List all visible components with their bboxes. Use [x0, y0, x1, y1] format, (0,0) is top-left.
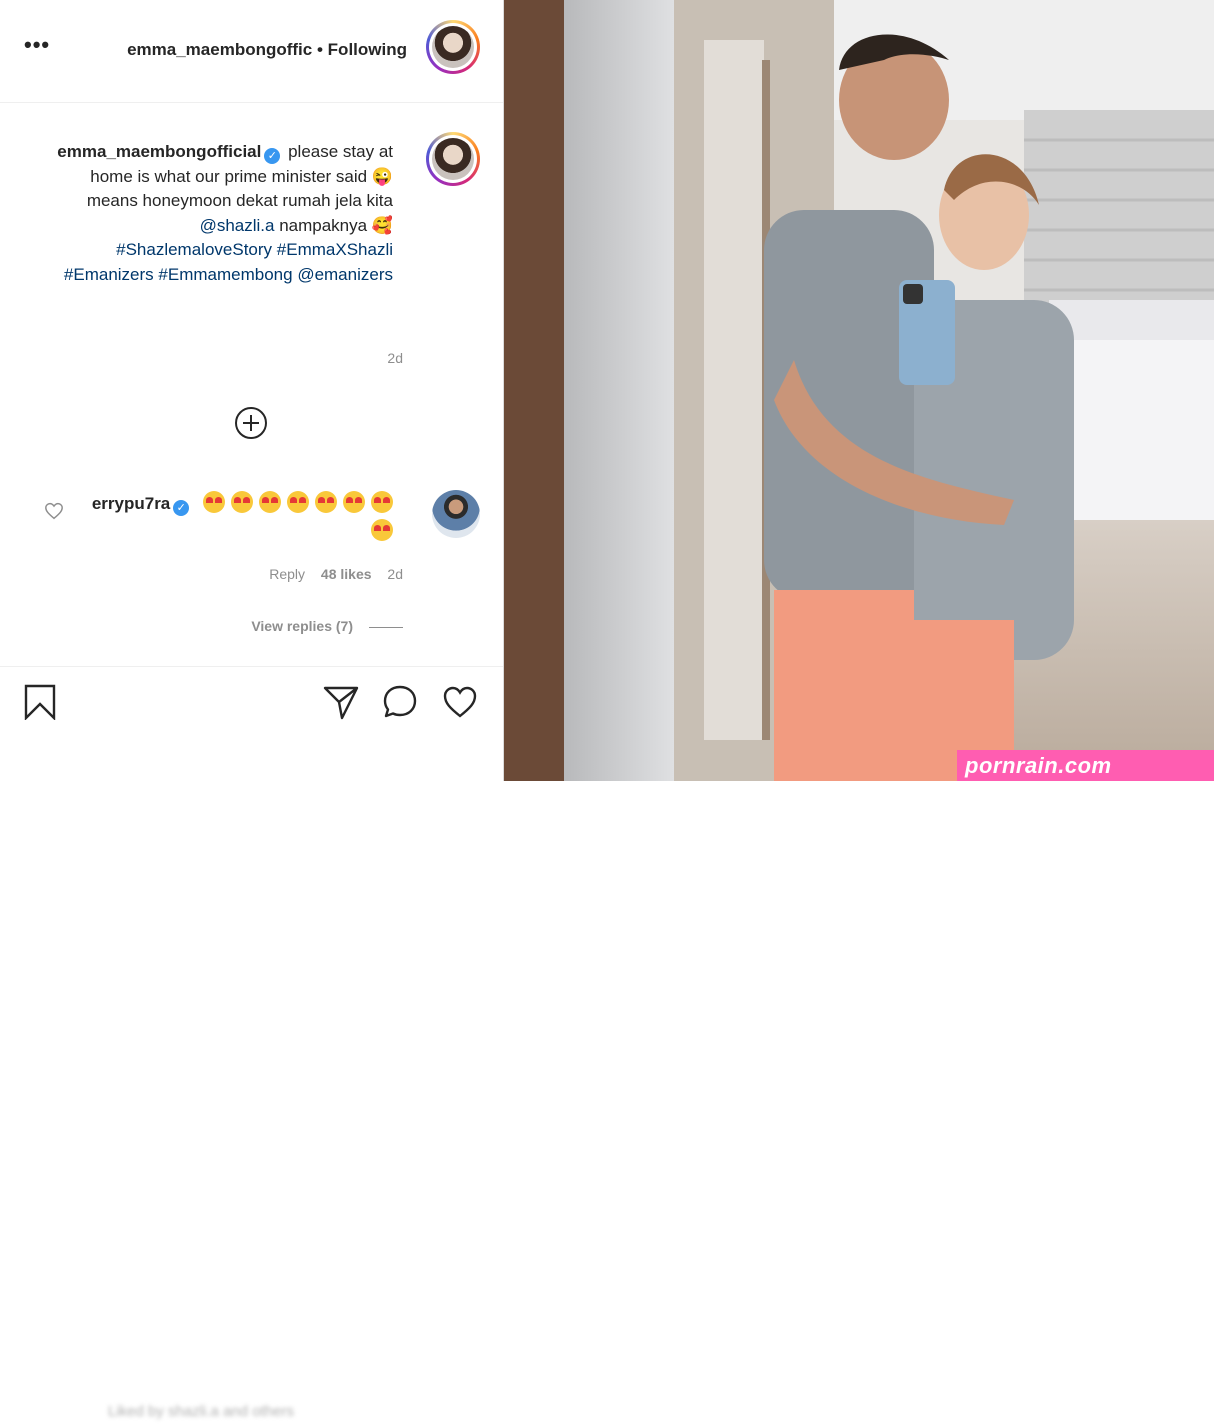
load-more-comments-button[interactable] [235, 407, 267, 439]
comment-timestamp: 2d [387, 566, 403, 582]
more-options-button[interactable]: ••• [24, 32, 50, 58]
comment-body: errypu7ra ✓ [73, 490, 393, 546]
avatar-image [432, 26, 474, 68]
heart-eyes-emoji-icon [315, 491, 337, 513]
winking-emoji-icon: 😜 [371, 166, 393, 186]
heart-eyes-emoji-icon [343, 491, 365, 513]
caption-text-3: nampaknya [279, 215, 368, 235]
caption-timestamp: 2d [387, 350, 403, 366]
heart-eyes-emoji-icon [259, 491, 281, 513]
mention-link[interactable]: @emanizers [297, 265, 393, 284]
post-photo [504, 0, 1214, 781]
heart-eyes-emoji-icon [371, 491, 393, 513]
comment-meta: Reply 48 likes 2d [269, 566, 403, 582]
hashtag-link[interactable]: #EmmaXShazli [277, 240, 393, 259]
heart-eyes-emoji-icon [231, 491, 253, 513]
heart-eyes-emoji-icon [371, 519, 393, 541]
follow-status-button[interactable]: Following [328, 40, 407, 59]
share-paper-plane-icon[interactable] [323, 684, 359, 720]
heart-eyes-emoji-icon [287, 491, 309, 513]
comment-likes-count[interactable]: 48 likes [321, 566, 372, 582]
hashtag-link[interactable]: #ShazlemaloveStory [116, 240, 272, 259]
view-replies-label: View replies (7) [251, 618, 353, 634]
commenter-username[interactable]: errypu7ra [92, 494, 170, 513]
avatar-image [432, 138, 474, 180]
comment-like-heart-icon[interactable] [44, 502, 64, 520]
smiling-hearts-emoji-icon: 🥰 [371, 215, 393, 235]
verified-badge-icon: ✓ [173, 500, 190, 516]
caption-username[interactable]: emma_maembongofficial [57, 142, 261, 161]
comment-bubble-icon[interactable] [382, 684, 418, 720]
header-username[interactable]: emma_maembongoffic [127, 40, 312, 59]
comment-reply-button[interactable]: Reply [269, 566, 305, 582]
site-watermark: pornrain.com [957, 750, 1214, 781]
post-caption: emma_maembongofficial ✓ please stay at ho… [53, 140, 393, 287]
hashtag-link[interactable]: #Emanizers [64, 265, 154, 284]
post-side-panel: ••• emma_maembongoffic • Following emma_… [0, 0, 504, 1420]
hashtag-link[interactable]: #Emmamembong [158, 265, 292, 284]
caption-text-2: means honeymoon dekat rumah jela kita [86, 191, 393, 210]
liked-by-text: Liked by shazli.a and others [108, 1403, 294, 1420]
post-header: ••• emma_maembongoffic • Following [0, 0, 503, 103]
header-user-line: emma_maembongoffic • Following [127, 40, 407, 60]
header-avatar[interactable] [426, 20, 480, 74]
like-heart-icon[interactable] [442, 684, 478, 720]
caption-avatar[interactable] [426, 132, 480, 186]
action-bar: Liked by shazli.a and others [0, 666, 503, 1420]
commenter-avatar[interactable] [432, 490, 480, 538]
heart-eyes-emoji-icon [203, 491, 225, 513]
view-replies-button[interactable]: View replies (7) [251, 618, 403, 634]
save-bookmark-icon[interactable] [22, 684, 58, 720]
header-separator: • [316, 40, 323, 59]
verified-badge-icon: ✓ [264, 148, 281, 164]
couple-mirror-selfie-image [504, 0, 1214, 781]
mention-link[interactable]: @shazli.a [200, 216, 275, 235]
divider-line [369, 626, 403, 628]
